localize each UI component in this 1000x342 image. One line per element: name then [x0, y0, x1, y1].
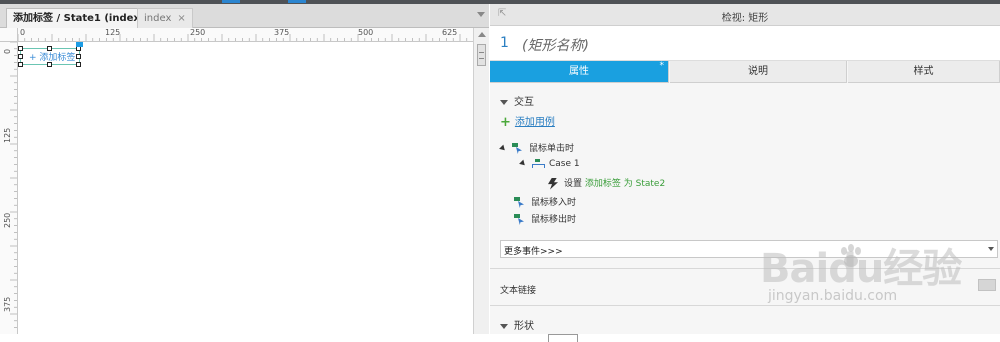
inspector-header: ⇱ 检视: 矩形: [490, 4, 1000, 26]
resize-handle[interactable]: [47, 46, 52, 51]
ruler-label: 0: [3, 48, 12, 54]
close-icon[interactable]: ×: [177, 13, 185, 24]
event-onmouseenter[interactable]: 鼠标移入时: [514, 195, 576, 208]
case-item[interactable]: Case 1: [519, 159, 580, 169]
event-icon: [512, 143, 523, 154]
ruler-ticks: [10, 42, 17, 328]
resize-handle[interactable]: [76, 62, 81, 67]
properties-pane: 交互 + 添加用例 鼠标单击时 Case 1 设置 添加标签 为 State2 鼠…: [490, 83, 1000, 342]
divider: [490, 268, 1000, 269]
widget-name-field[interactable]: (矩形名称): [522, 35, 589, 55]
tab-notes[interactable]: 说明: [670, 61, 847, 83]
resize-handle[interactable]: [18, 46, 23, 51]
modified-marker: *: [659, 61, 665, 71]
interaction-section-header[interactable]: 交互: [500, 93, 534, 108]
chevron-down-icon: [500, 323, 508, 329]
divider: [490, 305, 1000, 306]
ruler-corner: [0, 28, 18, 42]
chevron-down-icon: [500, 99, 508, 105]
resize-handle[interactable]: [18, 62, 23, 67]
action-item[interactable]: 设置 添加标签 为 State2: [548, 176, 665, 190]
horizontal-ruler: 0 125 250 375 500 625: [18, 28, 473, 42]
event-onmouseleave[interactable]: 鼠标移出时: [514, 212, 576, 225]
dropdown-value: 更多事件>>>: [504, 247, 563, 257]
text-link-label: 文本链接: [500, 286, 537, 296]
scroll-up-icon[interactable]: [478, 32, 486, 37]
case-label: Case 1: [549, 159, 580, 169]
tab-properties[interactable]: 属性 *: [490, 61, 669, 83]
toolbar-highlight: [288, 0, 306, 3]
action-prefix: 设置: [564, 179, 583, 189]
event-onclick[interactable]: 鼠标单击时: [499, 141, 575, 154]
tab-index[interactable]: index ×: [137, 8, 193, 28]
expand-icon[interactable]: [519, 159, 527, 168]
ruler-label: 375: [3, 296, 12, 312]
event-icon: [514, 214, 525, 225]
action-suffix: 为 State2: [623, 179, 666, 189]
ruler-label: 375: [274, 28, 290, 37]
shape-section-header[interactable]: 形状: [500, 317, 534, 332]
ruler-label: 125: [3, 127, 12, 143]
ruler-label: 250: [3, 212, 12, 228]
ruler-label: 500: [358, 28, 374, 37]
case-icon: [532, 159, 545, 168]
expand-icon[interactable]: [499, 144, 507, 153]
section-label: 交互: [514, 97, 534, 108]
inspector-panel: ⇱ 检视: 矩形 1 (矩形名称) 属性 * 说明 样式 交互 + 添加用例 鼠标…: [490, 4, 1000, 342]
ruler-label: 0: [20, 28, 26, 37]
add-case-link[interactable]: 添加用例: [515, 117, 555, 128]
text-link-toggle[interactable]: [978, 279, 996, 291]
lightning-icon: [548, 177, 558, 190]
resize-handle[interactable]: [18, 54, 23, 59]
toolbar-highlight: [222, 0, 240, 3]
section-label: 形状: [514, 321, 534, 332]
chevron-down-icon: [988, 247, 994, 251]
resize-handle[interactable]: [47, 62, 52, 67]
tab-label: 样式: [913, 66, 934, 77]
widget-label: + 添加标签: [29, 53, 76, 63]
interaction-marker: [76, 42, 83, 47]
ruler-label: 625: [442, 28, 458, 37]
action-target: 添加标签: [584, 179, 621, 189]
chevron-down-icon[interactable]: [477, 12, 485, 17]
tab-label: 说明: [748, 66, 768, 77]
resize-handle[interactable]: [76, 54, 81, 59]
widget-name-bar[interactable]: 1 (矩形名称): [490, 26, 1000, 61]
add-case-button[interactable]: + 添加用例: [500, 113, 555, 130]
event-label: 鼠标移出时: [531, 215, 577, 225]
vertical-scrollbar[interactable]: [473, 28, 489, 334]
vertical-ruler: 0 125 250 375: [0, 42, 18, 334]
tab-style[interactable]: 样式: [848, 61, 1000, 83]
ruler-label: 125: [105, 28, 121, 37]
design-canvas[interactable]: + 添加标签: [18, 42, 473, 334]
event-icon: [514, 197, 525, 208]
scroll-thumb[interactable]: [477, 44, 486, 66]
inspector-tabs: 属性 * 说明 样式: [490, 61, 1000, 83]
page-tab-bar: 添加标签 / State1 (index) × index ×: [0, 4, 489, 28]
ruler-label: 250: [190, 28, 206, 37]
tab-label: index: [144, 13, 172, 24]
event-label: 鼠标移入时: [531, 198, 577, 208]
widget-number: 1: [500, 35, 509, 51]
ruler-ticks: [18, 34, 468, 41]
inspector-title: 检视: 矩形: [721, 13, 769, 24]
canvas-panel: 添加标签 / State1 (index) × index × 0 125 250 …: [0, 4, 489, 334]
shape-selector[interactable]: [548, 334, 578, 342]
plus-icon: +: [500, 114, 511, 130]
more-events-dropdown[interactable]: 更多事件>>>: [500, 240, 998, 258]
tab-label: 属性: [569, 66, 589, 77]
event-label: 鼠标单击时: [529, 144, 575, 154]
tab-label: 添加标签 / State1 (index): [13, 13, 145, 24]
